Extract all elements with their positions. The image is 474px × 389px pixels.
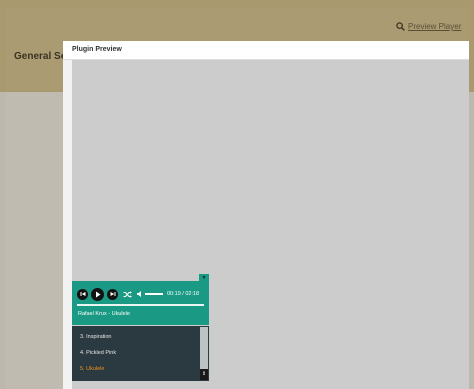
modal-title: Plugin Preview <box>72 46 122 53</box>
play-button[interactable] <box>91 287 104 301</box>
shuffle-button[interactable] <box>123 290 132 298</box>
skip-back-icon <box>80 292 85 296</box>
modal-left-strip <box>63 60 72 389</box>
volume-slider[interactable] <box>145 293 163 295</box>
time-display: 00:19 / 02:18 <box>167 291 200 297</box>
search-icon <box>396 22 405 31</box>
playlist-item[interactable]: 3. Inspiration <box>80 334 112 340</box>
modal-header: Plugin Preview <box>63 41 469 60</box>
progress-bar[interactable] <box>77 304 204 306</box>
player-controls: 00:19 / 02:18 <box>77 287 200 301</box>
play-icon <box>95 291 100 297</box>
skip-forward-icon <box>110 292 115 296</box>
playlist-item-active[interactable]: 5. Ukulele <box>80 366 104 372</box>
now-playing-title: Rafael Krux - Ukulele <box>78 311 130 317</box>
previous-track-button[interactable] <box>77 288 88 300</box>
preview-player-link[interactable]: Preview Player <box>396 22 461 31</box>
preview-player-label[interactable]: Preview Player <box>408 22 461 31</box>
scroll-arrows-icon[interactable]: ⇕ <box>200 369 208 380</box>
shuffle-icon <box>123 290 132 298</box>
volume-button[interactable] <box>137 291 142 297</box>
next-track-button[interactable] <box>107 288 118 300</box>
speaker-icon <box>137 291 141 297</box>
playlist: 3. Inspiration 4. Pickled Pink 5. Ukulel… <box>72 326 209 381</box>
playlist-item[interactable]: 4. Pickled Pink <box>80 350 116 356</box>
page-title: General Se <box>14 51 67 62</box>
